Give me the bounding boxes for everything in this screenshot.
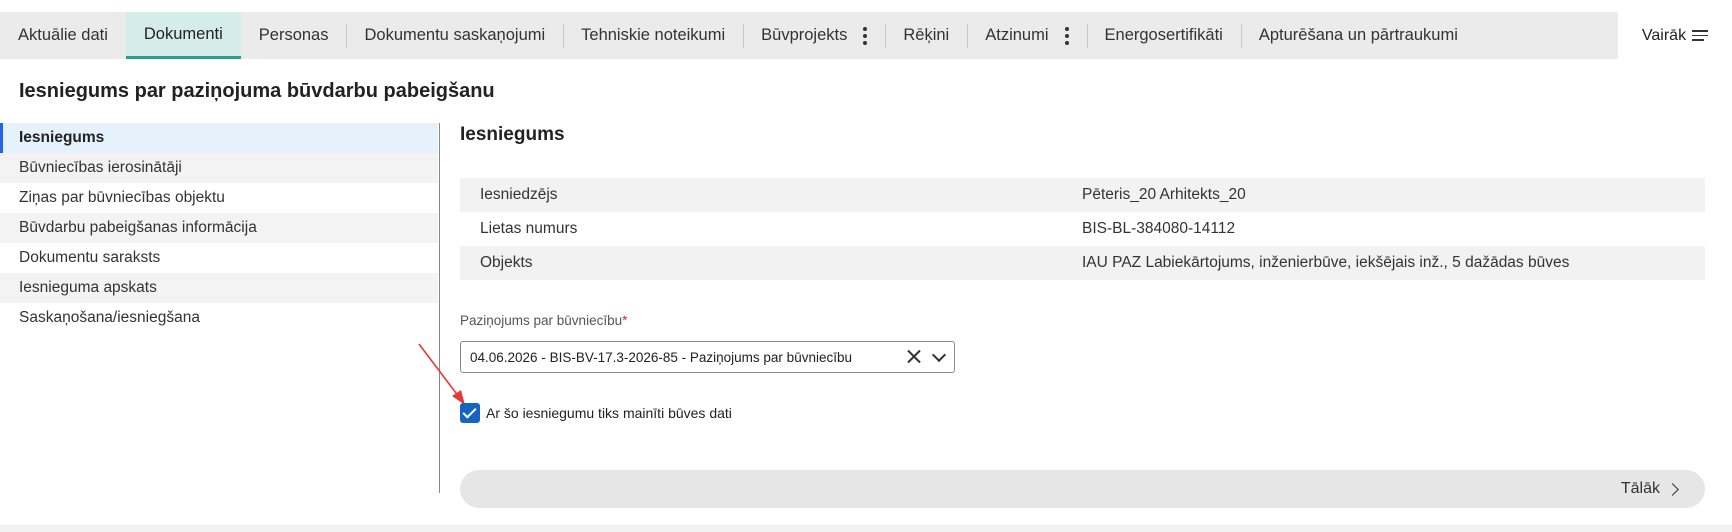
- info-label: Iesniedzējs: [480, 186, 558, 203]
- sidebar-item-saskanosana-iesniegsana[interactable]: Saskaņošana/iesniegšana: [0, 303, 438, 333]
- info-value: IAU PAZ Labiekārtojums, inženierbūve, ie…: [1082, 254, 1570, 271]
- select-value: 04.06.2026 - BIS-BV-17.3-2026-85 - Paziņ…: [470, 349, 852, 365]
- tab-label: Būvprojekts: [761, 26, 848, 44]
- checkbox-label: Ar šo iesniegumu tiks mainīti būves dati: [486, 405, 732, 421]
- tab-atzinumi[interactable]: Atzinumi: [967, 12, 1086, 59]
- tab-label: Rēķini: [903, 26, 950, 44]
- kebab-menu-icon[interactable]: [863, 26, 868, 45]
- notification-field-label: Paziņojums par būvniecību*: [460, 313, 627, 328]
- info-row: Iesniedzējs Pēteris_20 Arhitekts_20: [460, 178, 1705, 212]
- page-title: Iesniegums par paziņojuma būvdarbu pabei…: [19, 80, 495, 102]
- field-label-text: Paziņojums par būvniecību: [460, 313, 623, 328]
- tab-dokumenti[interactable]: Dokumenti: [125, 12, 241, 59]
- sidebar-divider: [439, 123, 440, 493]
- tab-label: Tehniskie noteikumi: [581, 26, 726, 44]
- checkmark-icon[interactable]: [460, 403, 480, 423]
- next-button[interactable]: Tālāk: [1620, 470, 1679, 508]
- more-menu-button[interactable]: Vairāk: [1618, 12, 1732, 59]
- tab-rekini[interactable]: Rēķini: [885, 12, 967, 59]
- hamburger-menu-icon: [1692, 30, 1709, 41]
- top-strip: [0, 0, 1732, 12]
- info-row: Lietas numurs BIS-BL-384080-14112: [460, 212, 1705, 246]
- info-row: Objekts IAU PAZ Labiekārtojums, inženier…: [460, 246, 1705, 280]
- sidebar-item-dokumentu-saraksts[interactable]: Dokumentu saraksts: [0, 243, 438, 273]
- required-mark: *: [622, 313, 628, 328]
- tab-buvprojekts[interactable]: Būvprojekts: [743, 12, 885, 59]
- tab-label: Aktuālie dati: [18, 26, 108, 44]
- sidebar-item-buvniecibas-ierosinataji[interactable]: Būvniecības ierosinātāji: [0, 153, 438, 183]
- sidebar-item-pabeigsanas-informacija[interactable]: Būvdarbu pabeigšanas informācija: [0, 213, 438, 243]
- sidebar-item-zinas-par-objektu[interactable]: Ziņas par būvniecības objektu: [0, 183, 438, 213]
- info-label: Lietas numurs: [480, 220, 578, 237]
- change-building-data-checkbox-row[interactable]: Ar šo iesniegumu tiks mainīti būves dati: [460, 403, 732, 423]
- sidebar-item-iesniegums[interactable]: Iesniegums: [0, 123, 438, 153]
- annotation-arrow-icon: [418, 343, 465, 405]
- tab-dokumentu-saskanojumi[interactable]: Dokumentu saskaņojumi: [346, 12, 563, 59]
- tab-label: Personas: [258, 26, 329, 44]
- tab-tehniskie-noteikumi[interactable]: Tehniskie noteikumi: [563, 12, 743, 59]
- info-label: Objekts: [480, 254, 533, 271]
- bottom-strip: [0, 525, 1732, 532]
- tab-label: Apturēšana un pārtraukumi: [1258, 26, 1458, 44]
- info-value: BIS-BL-384080-14112: [1082, 220, 1236, 237]
- sidebar-nav: Iesniegums Būvniecības ierosinātāji Ziņa…: [0, 123, 438, 333]
- tab-aptures-un-partraukumi[interactable]: Apturēšana un pārtraukumi: [1240, 12, 1476, 59]
- kebab-menu-icon[interactable]: [1064, 26, 1069, 45]
- chevron-right-icon: [1666, 482, 1679, 496]
- clear-icon[interactable]: [904, 347, 924, 367]
- next-label: Tālāk: [1620, 480, 1660, 497]
- tab-label: Energosertifikāti: [1104, 26, 1223, 44]
- info-table: Iesniedzējs Pēteris_20 Arhitekts_20 Liet…: [460, 178, 1705, 280]
- action-bar: Tālāk: [460, 470, 1705, 508]
- page: Aktuālie dati Dokumenti Personas Dokumen…: [0, 0, 1732, 532]
- tab-energosertifikati[interactable]: Energosertifikāti: [1086, 12, 1241, 59]
- sidebar-item-iesnieguma-apskats[interactable]: Iesnieguma apskats: [0, 273, 438, 303]
- tab-label: Dokumenti: [143, 24, 223, 43]
- tab-bar: Aktuālie dati Dokumenti Personas Dokumen…: [0, 12, 1732, 59]
- chevron-down-icon[interactable]: [930, 348, 948, 366]
- tab-personas[interactable]: Personas: [241, 12, 347, 59]
- notification-select[interactable]: 04.06.2026 - BIS-BV-17.3-2026-85 - Paziņ…: [460, 341, 955, 373]
- tab-label: Atzinumi: [985, 26, 1049, 44]
- tab-label: Dokumentu saskaņojumi: [364, 26, 546, 44]
- info-value: Pēteris_20 Arhitekts_20: [1082, 186, 1246, 203]
- more-label: Vairāk: [1641, 26, 1687, 44]
- section-title: Iesniegums: [460, 124, 565, 145]
- tab-aktualie-dati[interactable]: Aktuālie dati: [0, 12, 126, 59]
